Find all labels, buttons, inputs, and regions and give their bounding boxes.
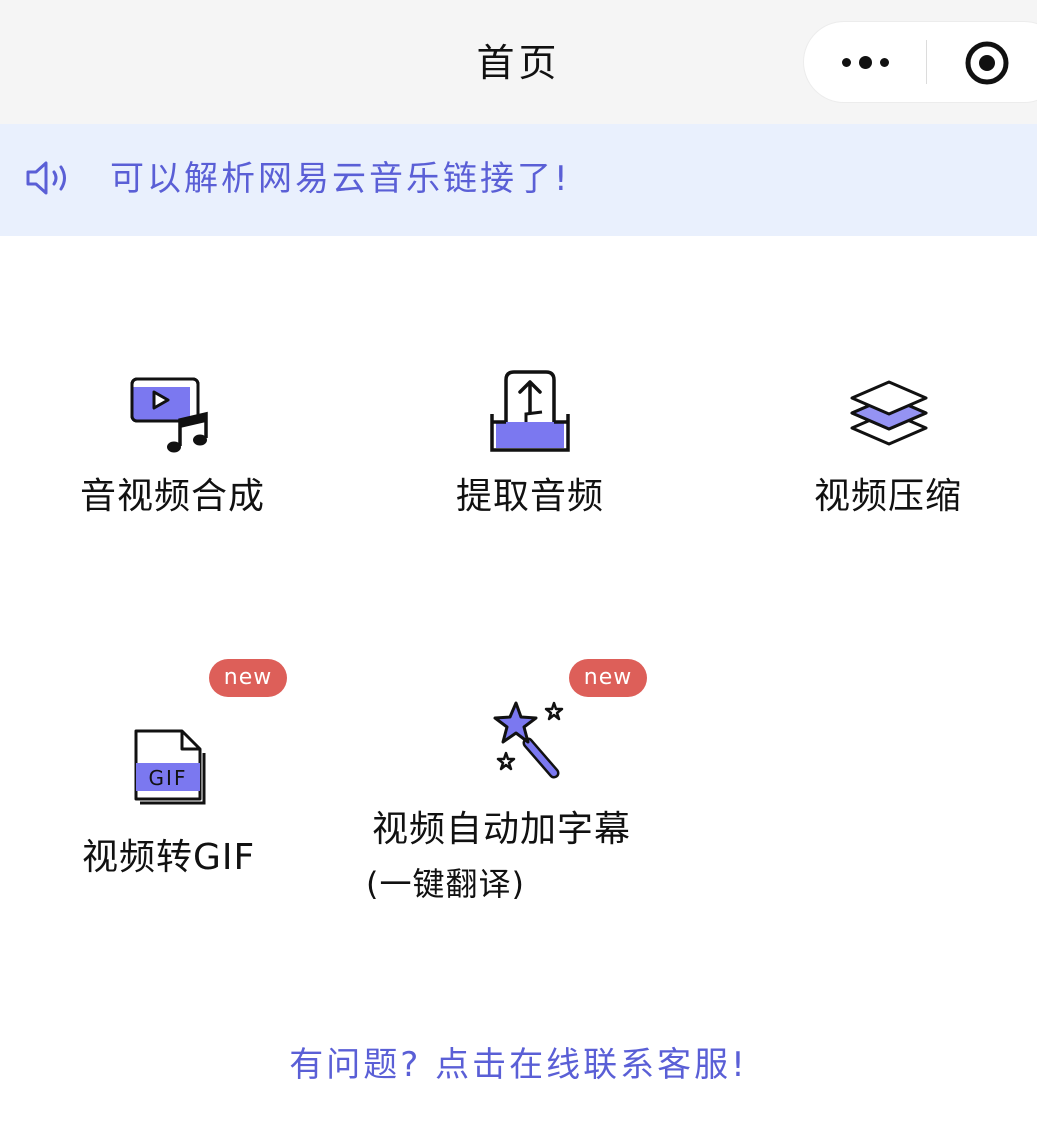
home-page: 首页 可以解析网易云音乐链接了! 音视频合成 提取音频 视频压缩 new GIF… <box>0 0 1037 1124</box>
layers-icon <box>850 380 928 446</box>
extract-audio-icon <box>490 370 570 452</box>
mini-program-capsule <box>804 22 1037 102</box>
feature-compress-video[interactable]: 视频压缩 <box>790 360 990 540</box>
svg-text:GIF: GIF <box>149 766 188 790</box>
feature-auto-subtitles[interactable]: new 视频自动加字幕 (一键翻译) <box>360 655 670 915</box>
new-badge: new <box>209 659 287 697</box>
contact-support-link[interactable]: 有问题? 点击在线联系客服! <box>0 1040 1037 1090</box>
feature-extract-audio[interactable]: 提取音频 <box>430 360 630 540</box>
feature-label: 视频压缩 <box>814 476 963 517</box>
more-dots-icon[interactable] <box>804 22 926 102</box>
feature-sublabel: (一键翻译) <box>366 865 525 903</box>
speaker-icon <box>26 161 66 195</box>
feature-label: 音视频合成 <box>80 476 266 517</box>
feature-label: 提取音频 <box>456 476 605 517</box>
target-circle-icon[interactable] <box>964 40 1010 86</box>
feature-label: 视频自动加字幕 <box>372 809 632 850</box>
notice-text: 可以解析网易云音乐链接了! <box>110 159 571 199</box>
feature-video-to-gif[interactable]: new GIF 视频转GIF <box>60 655 300 895</box>
gif-file-icon: GIF <box>134 729 206 805</box>
capsule-divider <box>926 40 927 84</box>
video-music-icon <box>130 377 208 453</box>
feature-merge-audio-video[interactable]: 音视频合成 <box>60 360 290 540</box>
magic-wand-icon <box>493 701 564 779</box>
navigation-bar: 首页 <box>0 0 1037 124</box>
new-badge: new <box>569 659 647 697</box>
feature-label: 视频转GIF <box>82 837 256 878</box>
